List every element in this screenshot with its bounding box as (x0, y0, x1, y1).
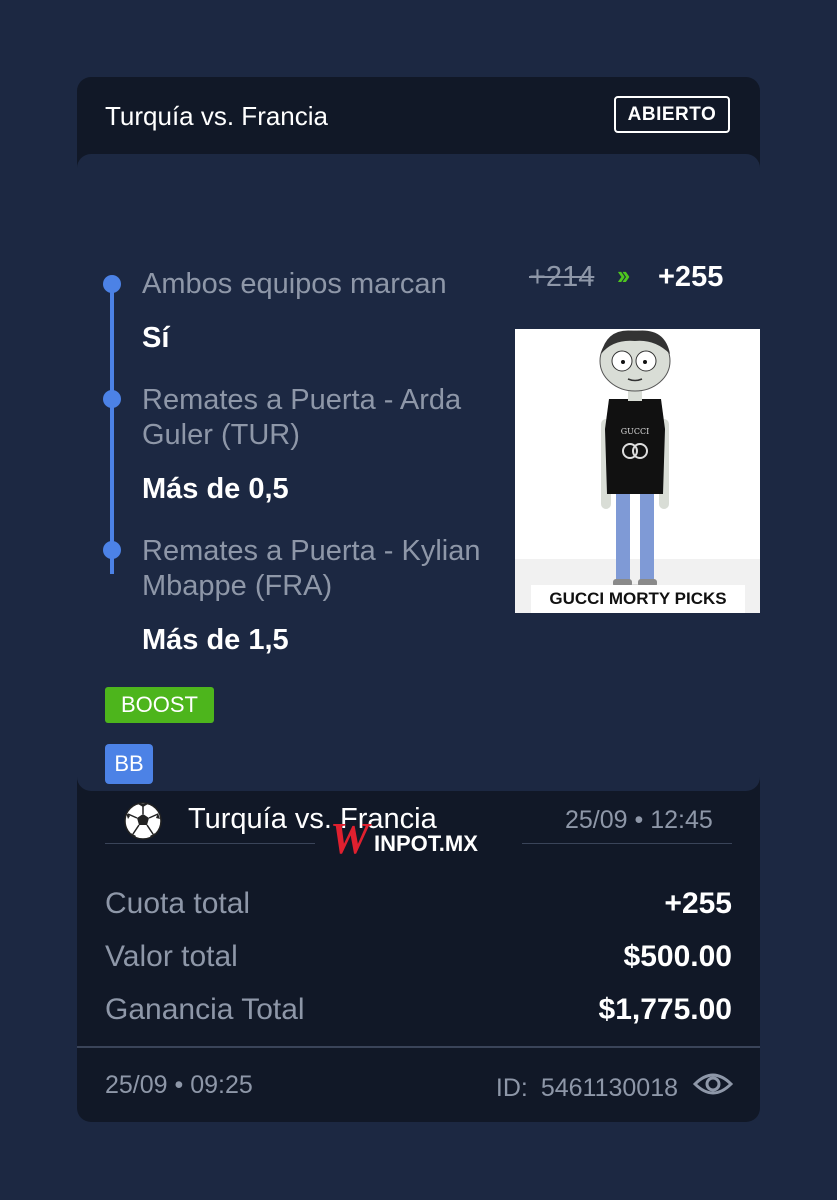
bet-id: ID: 5461130018 (496, 1074, 678, 1103)
summary-value: +255 (664, 887, 732, 920)
leg-market: Ambos equipos marcan (142, 268, 447, 300)
bet-legs-panel: +214 ›› +255 Ambos equipos marcan Sí Rem… (77, 154, 760, 840)
leg-dot-icon (103, 541, 121, 559)
summary-value: $500.00 (623, 940, 732, 973)
leg-selection: Más de 1,5 (142, 624, 289, 656)
bet-id-label: ID: (495, 1074, 528, 1102)
summary-value: $1,775.00 (598, 993, 732, 1026)
cartoon-character-illustration: GUCCI (515, 330, 760, 613)
summary-label: Valor total (105, 940, 238, 973)
summary-label: Ganancia Total (105, 993, 305, 1026)
brand-divider-right (522, 843, 732, 844)
event-datetime: 25/09 • 12:45 (565, 806, 713, 834)
logo-w: W (330, 814, 372, 863)
soccer-ball-icon (124, 802, 162, 840)
footer-divider (77, 1046, 760, 1048)
brand-divider-left (105, 843, 315, 844)
eye-icon[interactable] (693, 1070, 733, 1098)
bet-placed-date: 25/09 • 09:25 (105, 1071, 253, 1099)
bet-header: Turquía vs. Francia ABIERTO (77, 77, 760, 154)
status-badge: ABIERTO (614, 96, 730, 133)
winpot-logo: W INPOT.MX (330, 814, 478, 863)
leg-selection: Sí (142, 322, 170, 354)
leg-market: Remates a Puerta - Arda Guler (TUR) (142, 384, 462, 451)
leg-market: Remates a Puerta - Kylian Mbappe (FRA) (142, 535, 481, 602)
leg-dot-icon (103, 390, 121, 408)
summary-label: Cuota total (105, 887, 251, 920)
bet-builder-badge: BB (105, 744, 153, 784)
bet-id-value: 5461130018 (540, 1074, 678, 1102)
logo-text: INPOT.MX (374, 831, 478, 856)
boosted-odds: +255 (658, 261, 724, 293)
timeline-line (110, 284, 114, 574)
double-chevron-right-icon: ›› (617, 260, 630, 290)
leg-selection: Más de 0,5 (142, 473, 289, 505)
shirt-text: GUCCI (621, 427, 650, 436)
original-odds: +214 (529, 261, 595, 293)
meme-image: GUCCI GUCCI MORTY PICKS (515, 329, 760, 613)
bet-slip-card: Turquía vs. Francia ABIERTO +214 ›› +255… (77, 77, 760, 1122)
meme-caption: GUCCI MORTY PICKS (531, 585, 745, 613)
leg-dot-icon (103, 275, 121, 293)
boost-badge: BOOST (105, 687, 214, 723)
match-title: Turquía vs. Francia (105, 101, 329, 131)
